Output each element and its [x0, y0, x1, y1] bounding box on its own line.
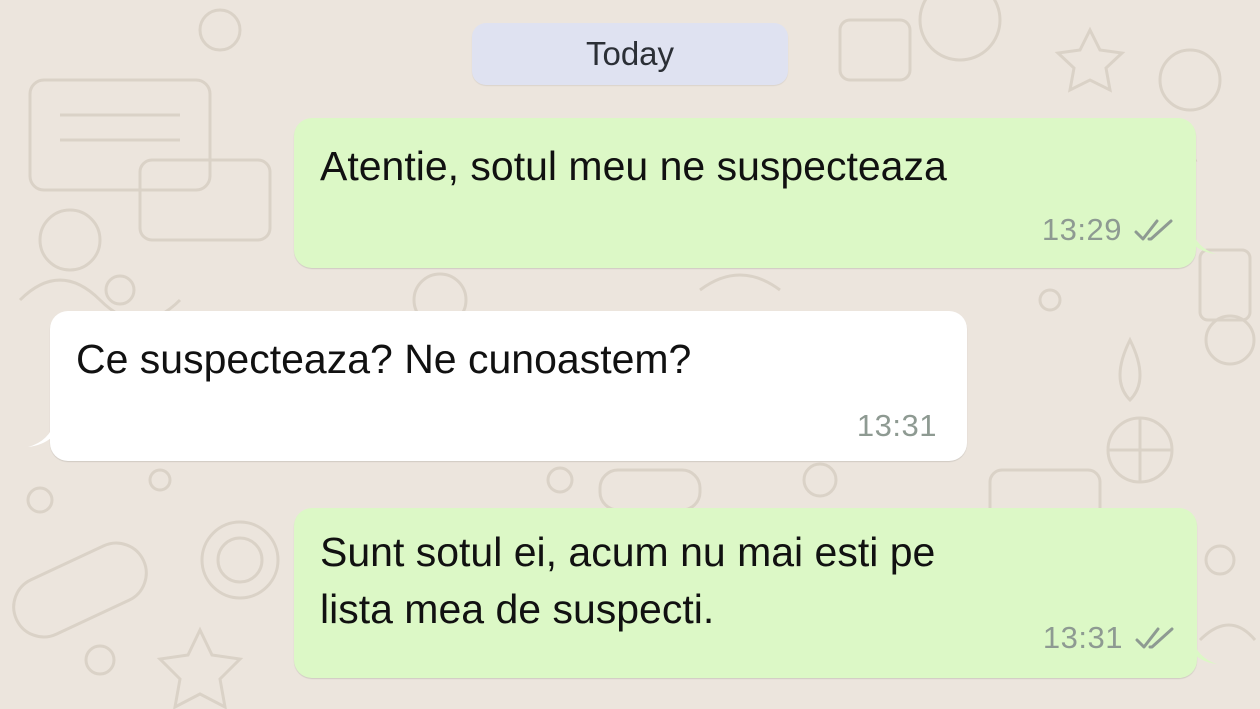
message-text: Sunt sotul ei, acum nu mai esti pe lista…	[320, 529, 936, 632]
date-label: Today	[585, 35, 675, 72]
message-text: Ce suspecteaza? Ne cunoastem?	[76, 336, 692, 382]
double-check-icon	[1133, 625, 1177, 651]
date-separator: Today	[472, 23, 788, 85]
message-time: 13:31	[1042, 620, 1123, 655]
message-meta: 13:31	[857, 408, 937, 444]
double-check-icon	[1132, 217, 1176, 243]
incoming-message-bubble[interactable]: Ce suspecteaza? Ne cunoastem? 13:31	[28, 311, 967, 461]
outgoing-message-bubble[interactable]: Sunt sotul ei, acum nu mai esti pe lista…	[294, 508, 1217, 678]
message-meta: 13:29	[1042, 212, 1176, 248]
message-time: 13:31	[856, 408, 937, 443]
message-text: Atentie, sotul meu ne suspecteaza	[320, 143, 947, 189]
message-meta: 13:31	[1043, 620, 1177, 656]
outgoing-message-bubble[interactable]: Atentie, sotul meu ne suspecteaza 13:29	[294, 118, 1216, 268]
bubble-tail	[28, 419, 56, 447]
message-time: 13:29	[1041, 212, 1122, 247]
bubble-tail	[1191, 636, 1217, 664]
bubble-tail	[1190, 226, 1216, 254]
